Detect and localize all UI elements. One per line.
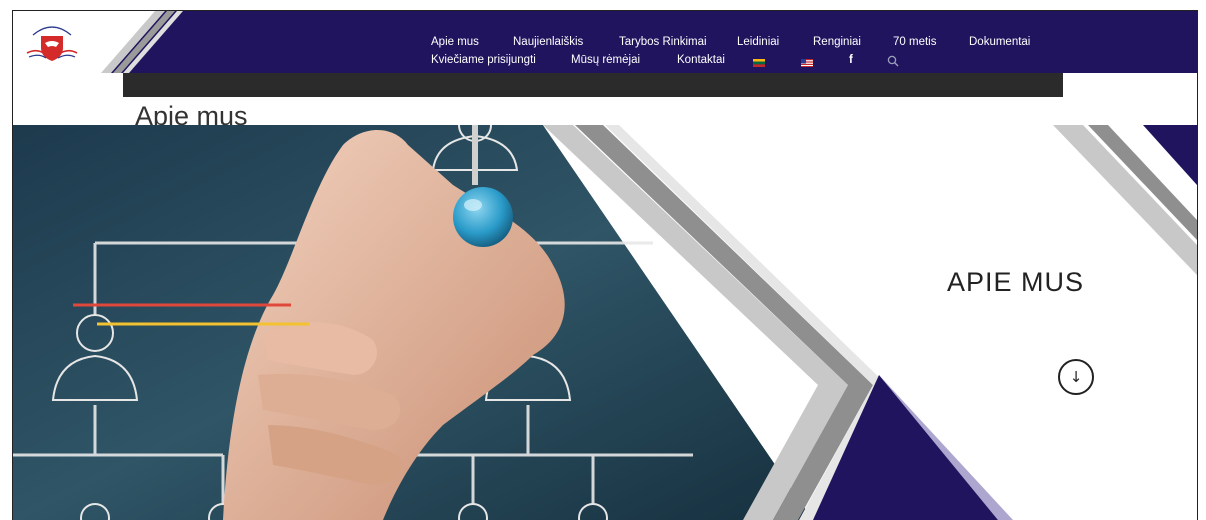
organization-logo[interactable] xyxy=(23,19,81,65)
nav-kontaktai[interactable]: Kontaktai xyxy=(677,54,725,66)
hero-heading: APIE MUS xyxy=(947,267,1085,297)
arrow-down-icon: ↓ xyxy=(1069,367,1083,386)
hero-illustration xyxy=(13,125,1197,520)
site-header: Apie mus Naujienlaiškis Tarybos Rinkimai… xyxy=(13,11,1197,73)
hero-banner: APIE MUS ↓ xyxy=(13,125,1197,520)
page-frame: Apie mus Naujienlaiškis Tarybos Rinkimai… xyxy=(12,10,1198,520)
usa-flag-icon[interactable] xyxy=(801,58,813,68)
facebook-icon[interactable]: f xyxy=(849,54,853,66)
nav-dokumentai[interactable]: Dokumentai xyxy=(969,36,1030,48)
search-icon[interactable] xyxy=(887,55,899,67)
submenu-bar xyxy=(123,73,1063,97)
nav-leidiniai[interactable]: Leidiniai xyxy=(737,36,779,48)
header-stripes-decoration xyxy=(101,11,183,73)
nav-tarybos-rinkimai[interactable]: Tarybos Rinkimai xyxy=(619,36,707,48)
nav-70-metis[interactable]: 70 metis xyxy=(893,36,936,48)
nav-kvieciame-prisijungti[interactable]: Kviečiame prisijungti xyxy=(431,54,536,66)
nav-naujienlaiskis[interactable]: Naujienlaiškis xyxy=(513,36,583,48)
nav-renginiai[interactable]: Renginiai xyxy=(813,36,861,48)
nav-musu-remejai[interactable]: Mūsų rėmėjai xyxy=(571,54,640,66)
nav-apie-mus[interactable]: Apie mus xyxy=(431,36,479,48)
lithuania-flag-icon[interactable] xyxy=(753,58,765,67)
scroll-down-button[interactable]: ↓ xyxy=(1058,359,1094,395)
